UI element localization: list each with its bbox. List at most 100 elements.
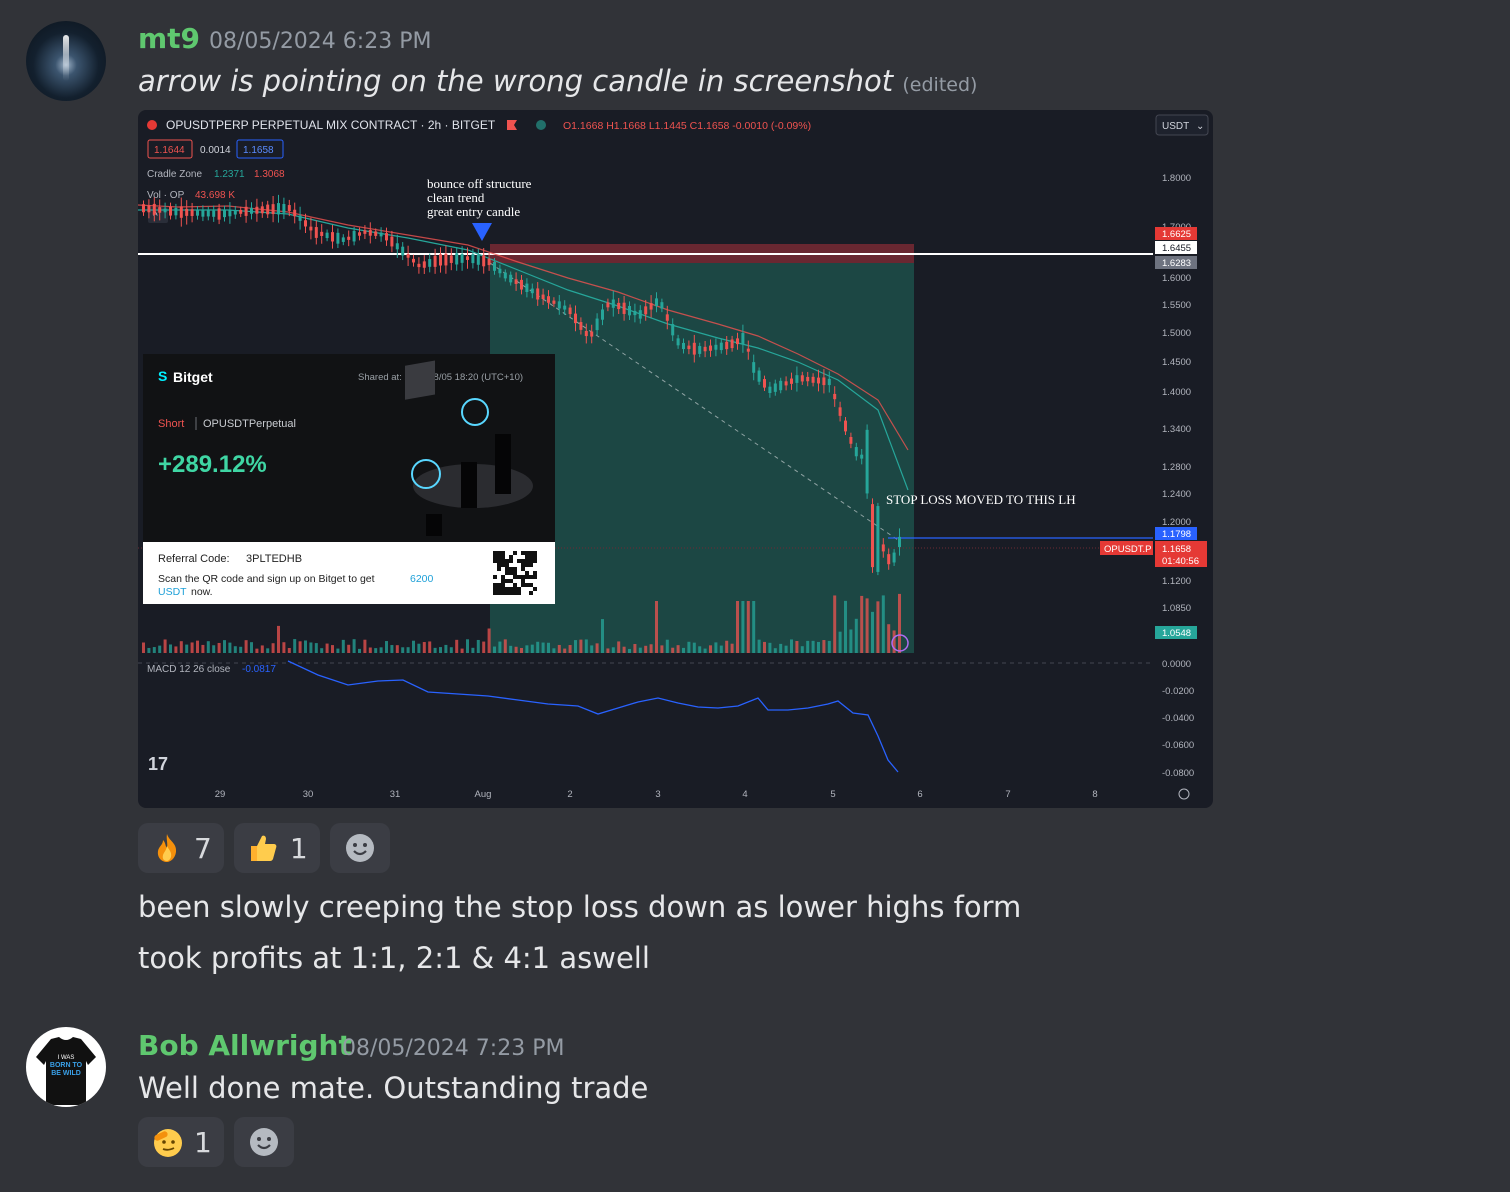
candle-body [617,302,621,310]
candle-body [811,376,815,383]
candle-body [406,254,410,258]
volume-bar [768,642,772,653]
volume-bar [849,629,853,653]
username-bob-allwright[interactable]: Bob Allwright [138,1029,352,1062]
volume-bar [439,647,442,653]
volume-bar [314,643,318,653]
reaction-saluting-face[interactable]: 1 [138,1117,224,1167]
stop-loss-note: STOP LOSS MOVED TO THIS LH [886,492,1076,507]
volume-bar [682,647,685,653]
annotation-line-2: clean trend [427,190,485,205]
candle-body [833,393,837,400]
candle-body [374,231,378,236]
candle-body [250,207,253,214]
candle-body [498,268,502,274]
candle-body [644,306,648,315]
username-mt9[interactable]: mt9 [138,22,200,55]
shared-at: Shared at: 2024/08/05 18:20 (UTC+10) [358,372,523,383]
candle-body [325,232,329,239]
reaction-thumbs-up[interactable]: 1 [233,823,320,873]
volume-bar [201,644,205,653]
volume-bar [854,618,858,653]
volume-bar [860,595,864,653]
add-reaction-button[interactable] [233,1117,294,1167]
candle-body [860,454,864,459]
volume-bar [536,641,540,653]
volume-bar [574,640,577,653]
candle-body [579,322,583,330]
price-axis-label: 1.2800 [1162,462,1191,473]
price-axis-label: 1.4000 [1162,387,1191,398]
volume-bar [493,646,496,653]
avatar-mt9[interactable] [26,21,106,101]
qr-module [493,591,497,595]
volume-label: Vol · OP [147,190,185,201]
volume-bar [482,641,486,653]
volume-bar [363,639,367,653]
volume-bar [185,644,189,653]
ask-price: 1.1658 [243,145,274,156]
volume-bar [547,642,550,653]
macd-tick: -0.0800 [1162,768,1194,779]
qr-module [493,559,497,563]
volume-bar [703,648,707,653]
volume-bar [709,645,712,653]
settings-gear-icon[interactable] [1178,788,1190,800]
volume-bar [347,644,351,653]
price-tag-tp-text: 1.6283 [1162,258,1191,269]
qr-module [529,591,533,595]
volume-bar [498,641,502,653]
volume-bar [665,639,669,653]
volume-bar [352,639,356,653]
bitget-share-card: S Bitget Shared at: 2024/08/05 18:20 (UT… [143,354,555,604]
volume-bar [466,639,469,653]
referral-code: 3PLTEDHB [246,553,302,565]
candle-body [730,339,734,349]
qr-code-icon[interactable] [493,551,537,595]
time-axis-label: 6 [917,789,922,800]
fire-icon [150,831,184,865]
qr-module [509,591,513,595]
qr-module [521,583,525,587]
qr-module [509,567,513,571]
volume-bar [595,643,599,653]
volume-bar [763,641,766,653]
volume-bar [800,646,804,653]
volume-bar [282,642,286,653]
qr-module [521,579,525,583]
volume-bar [514,646,518,653]
time-axis-label: 29 [215,789,226,800]
candle-body [557,301,561,309]
price-axis-label: 1.3400 [1162,424,1191,435]
candle-body [293,209,297,217]
candle-body [541,294,545,300]
candle-body [725,341,729,350]
add-reaction-button[interactable] [329,823,390,873]
candle-body [552,300,556,304]
volume-bar [687,641,691,653]
candle-body [817,377,820,384]
annotation-line-3: great entry candle [427,204,520,219]
candle-body [255,206,259,214]
qr-module [497,555,501,559]
qr-module [501,555,505,559]
candle-body [590,331,594,337]
reaction-fire[interactable]: 7 [138,823,224,873]
volume-bar [147,647,151,653]
volume-bar [898,593,901,653]
qr-module [533,587,537,591]
qr-module [521,551,525,555]
volume-bar [331,645,334,653]
candle-body [206,210,210,217]
volume-bar [773,648,777,653]
volume-bar [590,645,594,653]
avatar-bob-allwright[interactable]: I WAS BORN TO BE WILD [26,1027,106,1107]
time-axis[interactable]: 29 30 31 Aug 2 3 4 5 6 7 8 [215,789,1098,800]
candle-body [314,227,318,238]
time-axis-label: 4 [742,789,747,800]
qr-module [529,575,533,579]
candle-body [676,338,680,346]
candle-body [196,210,199,216]
qr-module [497,559,501,563]
volume-value: 43.698 K [195,190,235,201]
